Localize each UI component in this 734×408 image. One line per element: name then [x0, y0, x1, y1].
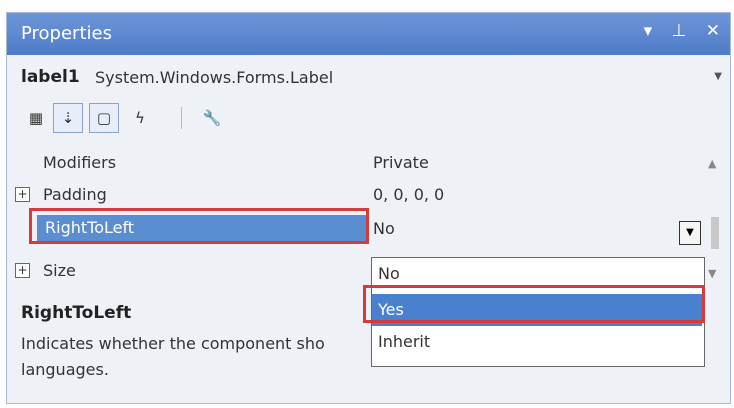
expand-icon[interactable]: + — [15, 263, 30, 278]
window-controls: ▾ ⊥ ✕ — [630, 21, 720, 41]
scrollbar[interactable]: ▲ ▼ — [705, 149, 725, 289]
property-value[interactable]: 0, 0, 0, 0 — [373, 185, 444, 204]
dropdown-option[interactable]: Inherit — [372, 326, 702, 358]
property-name: Modifiers — [43, 153, 117, 172]
object-selector[interactable]: label1 System.Windows.Forms.Label ▼ — [7, 59, 730, 95]
window-title: Properties — [21, 23, 112, 44]
property-name: Size — [43, 261, 76, 280]
categorized-icon[interactable]: ▦ — [21, 103, 51, 133]
dropdown-icon[interactable]: ▾ — [644, 21, 653, 41]
toolbar: ▦ ⇣ ▢ ϟ 🔧 — [21, 103, 241, 137]
toolbar-separator — [181, 107, 182, 129]
description-line-2: languages. — [21, 360, 109, 379]
alphabetical-icon[interactable]: ⇣ — [53, 103, 83, 133]
scroll-up-icon[interactable]: ▲ — [708, 157, 716, 170]
property-row[interactable]: + Padding 0, 0, 0, 0 — [7, 179, 697, 211]
property-value[interactable]: No — [373, 219, 395, 238]
events-icon[interactable]: ϟ — [125, 103, 155, 133]
description-line-1: Indicates whether the component sho — [21, 334, 325, 353]
property-row[interactable]: Modifiers Private — [7, 147, 697, 179]
close-icon[interactable]: ✕ — [706, 21, 720, 41]
title-bar: Properties ▾ ⊥ ✕ — [7, 13, 730, 55]
chevron-down-icon[interactable]: ▼ — [679, 221, 701, 245]
expand-icon[interactable]: + — [15, 187, 30, 202]
pin-icon[interactable]: ⊥ — [672, 21, 687, 41]
description-title: RightToLeft — [21, 303, 132, 323]
property-value[interactable]: Private — [373, 153, 429, 172]
highlight-box — [363, 285, 705, 323]
property-pages-icon[interactable]: 🔧 — [197, 103, 227, 133]
properties-icon[interactable]: ▢ — [89, 103, 119, 133]
object-name: label1 — [21, 67, 80, 87]
highlight-box — [29, 208, 369, 244]
scroll-thumb[interactable] — [711, 217, 719, 249]
property-name: Padding — [43, 185, 107, 204]
properties-window: Properties ▾ ⊥ ✕ label1 System.Windows.F… — [6, 12, 731, 404]
scroll-down-icon[interactable]: ▼ — [708, 267, 716, 280]
chevron-down-icon[interactable]: ▼ — [714, 71, 722, 82]
object-type: System.Windows.Forms.Label — [95, 68, 334, 87]
